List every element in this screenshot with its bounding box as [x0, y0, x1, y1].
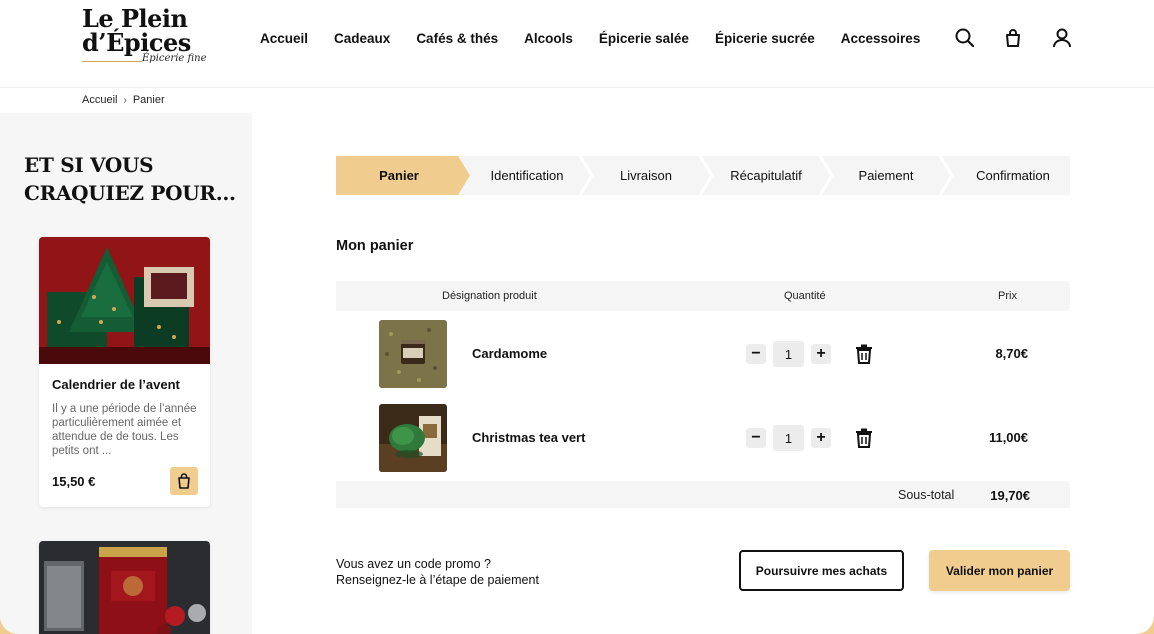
nav-item-epicerie-salee[interactable]: Épicerie salée: [599, 31, 689, 49]
nav-item-epicerie-sucree[interactable]: Épicerie sucrée: [715, 31, 815, 49]
quantity-value[interactable]: 1: [773, 341, 804, 367]
column-header-price: Prix: [998, 290, 1017, 302]
product-price: 8,70€: [995, 346, 1028, 361]
main-nav: Accueil Cadeaux Cafés & thés Alcools Épi…: [260, 31, 946, 49]
page: Le Plein d’Épices Épicerie fine Accueil …: [0, 0, 1154, 634]
logo-divider: [82, 61, 142, 62]
nav-item-cafes-thes[interactable]: Cafés & thés: [416, 31, 498, 49]
subtotal-row: Sous-total 19,70€: [336, 481, 1070, 508]
step-identification: Identification: [490, 168, 564, 183]
site-logo[interactable]: Le Plein d’Épices Épicerie fine: [82, 4, 207, 74]
product-card-description: Il y a une période de l’année particuliè…: [52, 403, 197, 457]
trash-icon[interactable]: [855, 344, 873, 364]
continue-shopping-button[interactable]: Poursuivre mes achats: [739, 550, 904, 591]
promo-line-2: Renseignez-le à l’étape de paiement: [336, 573, 539, 587]
recommendation-sidebar: ET SI VOUS CRAQUIEZ POUR... Calendrier d…: [0, 113, 252, 634]
step-confirmation: Confirmation: [976, 168, 1050, 183]
promo-line-1: Vous avez un code promo ?: [336, 557, 491, 571]
product-price: 11,00€: [988, 430, 1028, 445]
nav-item-cadeaux[interactable]: Cadeaux: [334, 31, 390, 49]
product-card-name: Calendrier de l’avent: [52, 377, 180, 392]
product-thumbnail-cardamome[interactable]: [379, 320, 447, 388]
shopping-bag-icon: [178, 473, 190, 489]
cart-row: Cardamome − 1 + 8,70€: [336, 312, 1070, 396]
product-name[interactable]: Christmas tea vert: [472, 430, 585, 445]
shopping-bag-icon[interactable]: [1002, 27, 1024, 49]
search-icon[interactable]: [954, 27, 976, 49]
add-to-cart-button[interactable]: [170, 467, 198, 495]
validate-cart-button[interactable]: Valider mon panier: [929, 550, 1070, 591]
column-header-product: Désignation produit: [442, 290, 537, 302]
product-image-tea-tin: [39, 541, 210, 634]
promo-info: Vous avez un code promo ? Renseignez-le …: [336, 556, 539, 588]
product-card[interactable]: Calendrier de l’avent Il y a une période…: [39, 237, 210, 507]
sidebar-title: ET SI VOUS CRAQUIEZ POUR...: [24, 153, 236, 205]
checkout-steps: Panier Identification Livraison Récapitu…: [336, 156, 1070, 195]
product-image-advent-calendar: [39, 237, 210, 364]
step-livraison: Livraison: [619, 168, 673, 183]
product-card-price: 15,50 €: [52, 474, 96, 489]
breadcrumb-item-home[interactable]: Accueil: [82, 94, 117, 106]
quantity-decrease-button[interactable]: −: [746, 344, 766, 364]
nav-item-alcools[interactable]: Alcools: [524, 31, 573, 49]
quantity-value[interactable]: 1: [773, 425, 804, 451]
step-panier: Panier: [379, 168, 419, 183]
product-card[interactable]: [39, 541, 210, 634]
user-icon[interactable]: [1051, 27, 1073, 49]
step-recapitulatif: Récapitulatif: [730, 168, 802, 183]
site-header: Le Plein d’Épices Épicerie fine Accueil …: [0, 0, 1154, 88]
nav-item-accessoires[interactable]: Accessoires: [841, 31, 921, 49]
logo-tagline: Épicerie fine: [142, 53, 207, 64]
subtotal-label: Sous-total: [898, 488, 955, 502]
quantity-increase-button[interactable]: +: [811, 344, 831, 364]
breadcrumb-item-current: Panier: [132, 94, 165, 106]
column-header-quantity: Quantité: [784, 290, 826, 302]
product-name[interactable]: Cardamome: [472, 346, 547, 361]
breadcrumb: Accueil › Panier: [82, 94, 165, 106]
quantity-increase-button[interactable]: +: [811, 428, 831, 448]
cart-row: Christmas tea vert − 1 + 11,00€: [336, 396, 1070, 480]
cart-title: Mon panier: [336, 238, 414, 254]
quantity-decrease-button[interactable]: −: [746, 428, 766, 448]
trash-icon[interactable]: [855, 428, 873, 448]
cart-table-header: Désignation produit Quantité Prix: [336, 281, 1070, 311]
product-thumbnail-christmas-tea[interactable]: [379, 404, 447, 472]
breadcrumb-separator: ›: [123, 94, 127, 106]
subtotal-value: 19,70€: [990, 488, 1030, 503]
nav-item-accueil[interactable]: Accueil: [260, 31, 308, 49]
step-paiement: Paiement: [858, 168, 914, 183]
